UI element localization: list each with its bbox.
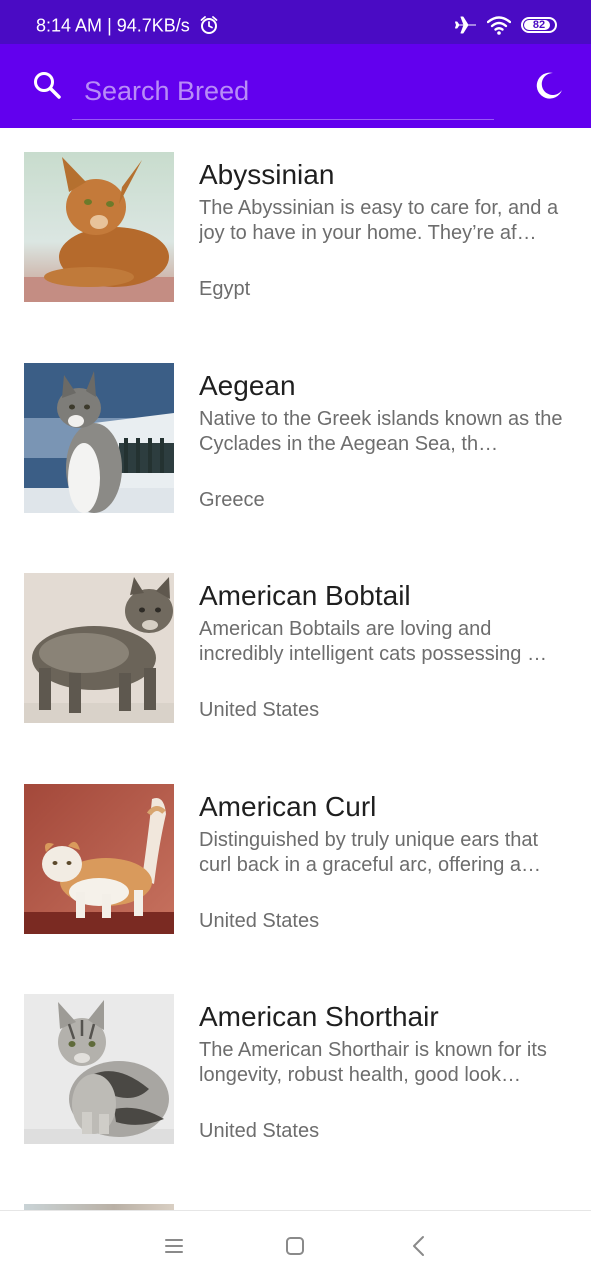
dark-mode-moon-icon[interactable] [533,70,565,102]
breed-origin: United States [199,1120,320,1142]
menu-icon[interactable] [161,1233,187,1259]
breed-list-item[interactable]: Aegean Native to the Greek islands known… [0,339,591,549]
breed-name: American Bobtail [199,580,411,611]
breed-origin: United States [199,699,320,721]
home-square-icon[interactable] [282,1233,308,1259]
breed-description: The Abyssinian is easy to care for, and … [199,197,559,244]
airplane-mode-icon [455,16,476,34]
breed-list-item[interactable]: American Shorthair The American Shorthai… [0,970,591,1180]
breed-photo [24,994,174,1144]
breed-name: American Curl [199,791,377,822]
breed-name: American Shorthair [199,1001,439,1032]
network-speed: 94.7KB/s [116,15,190,36]
system-nav-bar [0,1210,591,1280]
breed-photo [24,152,174,302]
breed-photo [24,363,174,513]
breed-name: Abyssinian [199,159,335,190]
app-screen: 8:14 AM | 94.7KB/s 82 Search Breed Abyss… [0,0,591,1280]
status-right: 82 [455,14,557,36]
breed-origin: Egypt [199,278,251,300]
breed-list-item[interactable]: Abyssinian The Abyssinian is easy to car… [0,128,591,338]
battery-icon: 82 [521,17,557,33]
breed-description: Native to the Greek islands known as the… [199,408,563,455]
app-bar [0,44,591,128]
back-chevron-icon[interactable] [406,1233,432,1259]
breed-origin: United States [199,910,320,932]
wifi-icon [487,16,511,35]
status-separator: | [107,15,112,36]
breed-origin: Greece [199,489,265,511]
status-bar: 8:14 AM | 94.7KB/s 82 [0,0,591,44]
search-icon[interactable] [32,70,62,100]
breed-description: American Bobtails are loving and incredi… [199,618,547,665]
breed-name: Aegean [199,370,296,401]
breed-list-item[interactable]: American Curl Distinguished by truly uni… [0,760,591,970]
status-left: 8:14 AM | 94.7KB/s [36,14,219,35]
battery-level: 82 [532,19,546,31]
search-input[interactable] [72,64,494,120]
status-time: 8:14 AM [36,15,103,36]
breed-photo [24,573,174,723]
breed-list-item[interactable]: American Bobtail American Bobtails are l… [0,549,591,759]
breed-description: The American Shorthair is known for its … [199,1039,547,1086]
breed-description: Distinguished by truly unique ears that … [199,829,542,876]
breed-photo [24,784,174,934]
breed-list: Abyssinian The Abyssinian is easy to car… [0,128,591,1210]
alarm-icon [200,16,218,35]
